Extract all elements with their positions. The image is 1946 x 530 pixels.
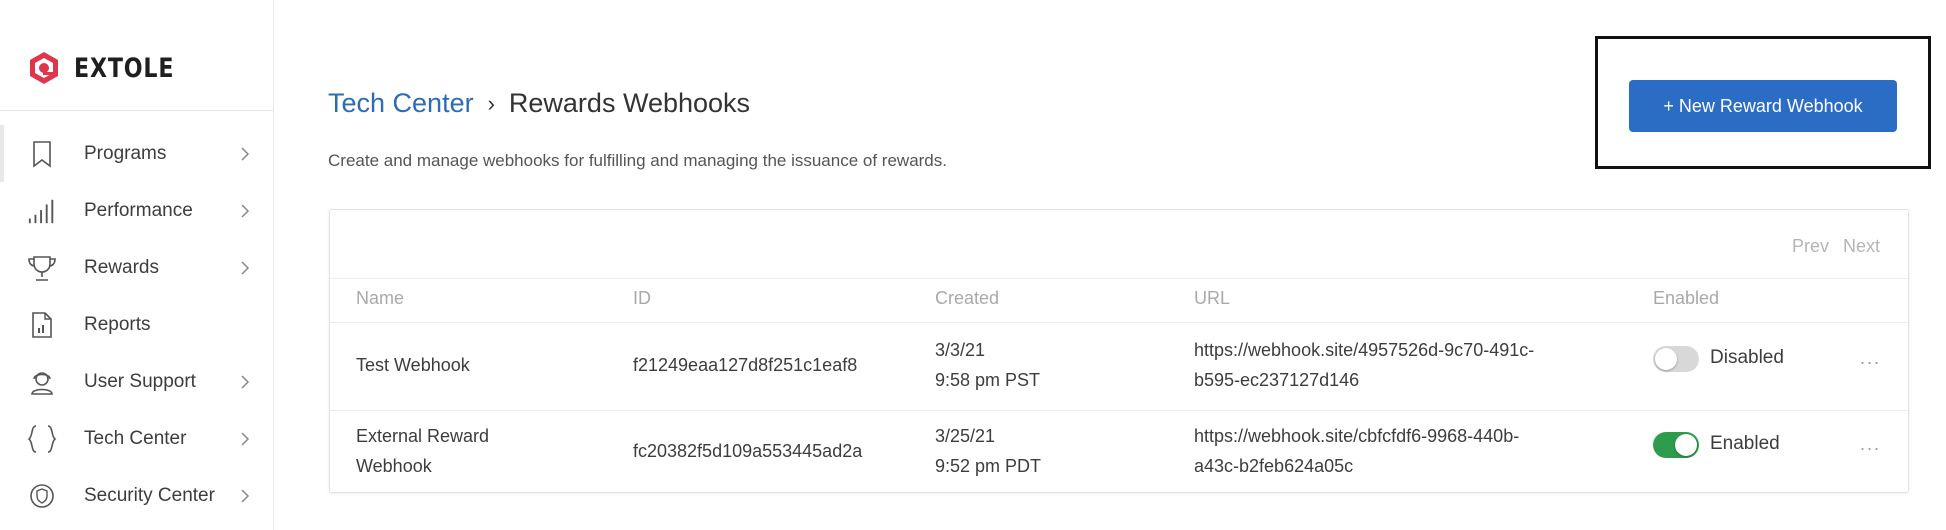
- column-header-enabled: Enabled: [1653, 288, 1720, 308]
- chevron-right-icon: [241, 203, 250, 218]
- chevron-right-icon: [241, 374, 250, 389]
- enabled-toggle[interactable]: [1653, 346, 1699, 372]
- webhook-name-line1: External Reward: [356, 426, 490, 446]
- active-indicator: [0, 125, 4, 182]
- sidebar-nav: Programs Performance Rewards Reports Use…: [0, 125, 274, 524]
- toggle-status-label: Disabled: [1710, 347, 1784, 368]
- sidebar-item-user-support[interactable]: User Support: [0, 353, 274, 410]
- chevron-right-icon: [241, 260, 250, 275]
- toggle-knob: [1655, 348, 1677, 370]
- brand-name: EXTOLE: [74, 52, 175, 84]
- sidebar-item-label: Rewards: [84, 256, 159, 278]
- created-time: 9:52 pm PDT: [935, 456, 1042, 476]
- sidebar: EXTOLE Programs Performance Rewards Repo…: [0, 0, 274, 530]
- created-date: 3/3/21: [935, 340, 986, 360]
- webhook-url-line2: b595-ec237127d146: [1194, 370, 1360, 390]
- page-title: Rewards Webhooks: [508, 88, 751, 118]
- sidebar-item-label: Security Center: [84, 484, 215, 506]
- more-actions-icon[interactable]: ...: [1860, 434, 1881, 455]
- sidebar-item-label: User Support: [84, 370, 196, 392]
- column-header-name: Name: [356, 288, 405, 308]
- column-header-divider: [330, 322, 1908, 323]
- pagination: Prev Next: [1792, 236, 1880, 257]
- sidebar-item-tech-center[interactable]: Tech Center: [0, 410, 274, 467]
- webhook-url-line1: https://webhook.site/4957526d-9c70-491c-: [1194, 340, 1535, 360]
- column-header-url: URL: [1194, 288, 1231, 308]
- signal-bars-icon: [27, 196, 57, 226]
- column-header-created: Created: [935, 288, 1000, 308]
- sidebar-item-programs[interactable]: Programs: [0, 125, 274, 182]
- shield-icon: [27, 481, 57, 511]
- sidebar-item-rewards[interactable]: Rewards: [0, 239, 274, 296]
- webhook-name: Test Webhook: [356, 355, 470, 375]
- extole-logo-icon: [30, 52, 58, 84]
- enabled-toggle[interactable]: [1653, 432, 1699, 458]
- webhook-url-line2: a43c-b2feb624a05c: [1194, 456, 1354, 476]
- webhook-id: f21249eaa127d8f251c1eaf8: [633, 355, 858, 375]
- webhook-id: fc20382f5d109a553445ad2a: [633, 441, 863, 461]
- toggle-knob: [1675, 434, 1697, 456]
- new-reward-webhook-button[interactable]: + New Reward Webhook: [1629, 80, 1897, 132]
- more-actions-icon[interactable]: ...: [1860, 348, 1881, 369]
- breadcrumb-separator: ›: [487, 90, 495, 116]
- toggle-status-label: Enabled: [1710, 433, 1780, 454]
- sidebar-divider: [0, 110, 274, 111]
- breadcrumb-link-tech-center[interactable]: Tech Center: [328, 88, 474, 119]
- created-time: 9:58 pm PST: [935, 370, 1041, 390]
- created-date: 3/25/21: [935, 426, 996, 446]
- next-page-button[interactable]: Next: [1843, 236, 1880, 257]
- sidebar-item-reports[interactable]: Reports: [0, 296, 274, 353]
- sidebar-item-label: Programs: [84, 142, 167, 164]
- user-support-icon: [27, 367, 57, 397]
- chevron-right-icon: [241, 146, 250, 161]
- page-description: Create and manage webhooks for fulfillin…: [328, 151, 947, 170]
- bookmark-icon: [27, 139, 57, 169]
- header-divider: [330, 278, 1908, 279]
- webhooks-table-card: Prev Next Name ID Created URL Enabled Te…: [329, 209, 1909, 493]
- chevron-right-icon: [241, 488, 250, 503]
- prev-page-button[interactable]: Prev: [1792, 236, 1829, 257]
- chevron-right-icon: [241, 431, 250, 446]
- sidebar-item-label: Tech Center: [84, 427, 187, 449]
- curly-braces-icon: [27, 424, 57, 454]
- webhook-url-line1: https://webhook.site/cbfcfdf6-9968-440b-: [1194, 426, 1520, 446]
- report-document-icon: [27, 310, 57, 340]
- sidebar-item-security-center[interactable]: Security Center: [0, 467, 274, 524]
- sidebar-item-performance[interactable]: Performance: [0, 182, 274, 239]
- breadcrumb: Tech Center › Rewards Webhooks: [328, 88, 750, 119]
- column-header-id: ID: [633, 288, 651, 308]
- sidebar-item-label: Reports: [84, 313, 151, 335]
- row-divider: [330, 410, 1908, 411]
- trophy-icon: [27, 253, 57, 283]
- logo[interactable]: EXTOLE: [26, 50, 196, 86]
- webhook-name-line2: Webhook: [356, 456, 432, 476]
- sidebar-item-label: Performance: [84, 199, 193, 221]
